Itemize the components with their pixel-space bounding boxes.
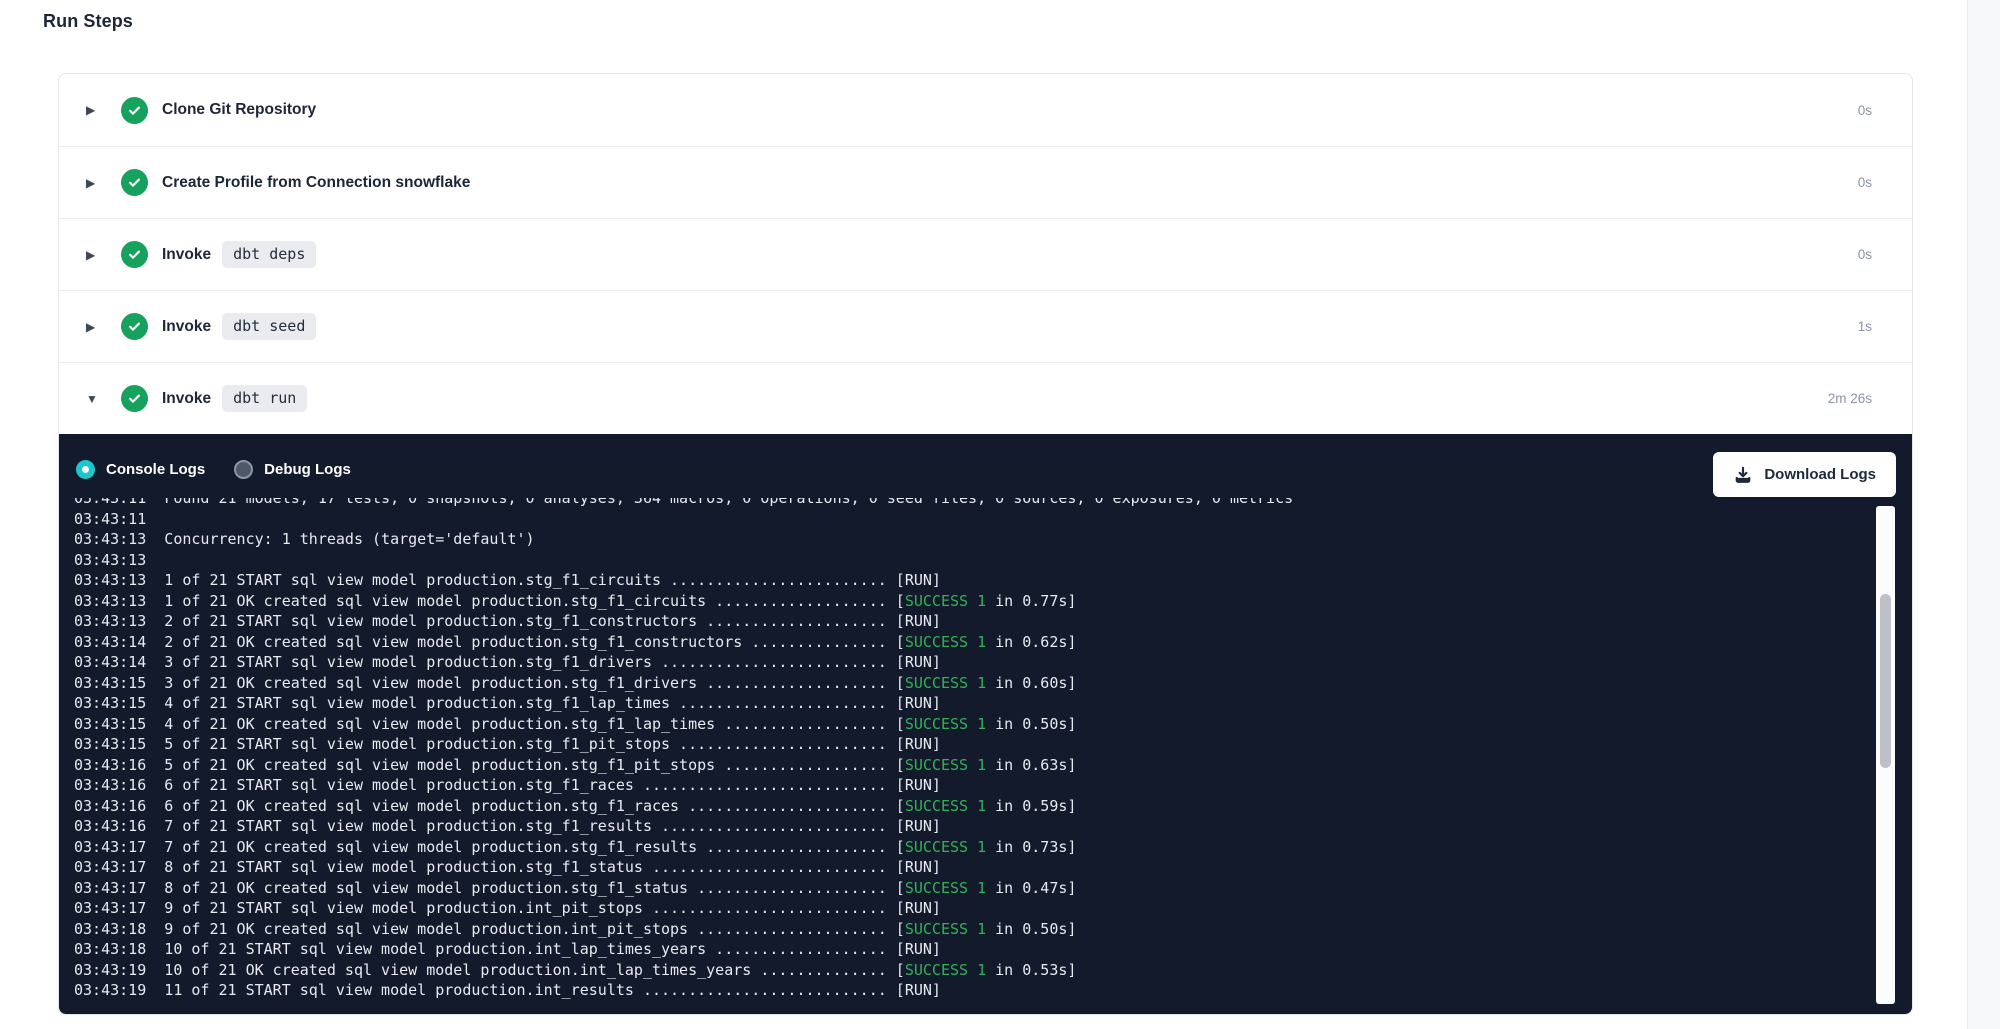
log-toolbar: Console Logs Debug Logs bbox=[59, 434, 1912, 498]
log-line: 03:43:15 4 of 21 OK created sql view mod… bbox=[74, 714, 1882, 735]
download-icon bbox=[1733, 465, 1753, 485]
log-line: 03:43:11 bbox=[74, 509, 1882, 530]
step-duration: 0s bbox=[1858, 103, 1872, 118]
step-duration: 0s bbox=[1858, 247, 1872, 262]
step-row-invoke-dbt-deps[interactable]: ▶ Invoke dbt deps 0s bbox=[59, 218, 1912, 290]
log-line: 03:43:14 2 of 21 OK created sql view mod… bbox=[74, 632, 1882, 653]
right-edge-panel bbox=[1967, 0, 2000, 1029]
check-circle-icon bbox=[121, 241, 148, 268]
step-label: Invoke bbox=[162, 246, 211, 264]
log-line: 03:43:17 8 of 21 OK created sql view mod… bbox=[74, 878, 1882, 899]
step-label: Clone Git Repository bbox=[162, 101, 316, 119]
log-line: 03:43:17 7 of 21 OK created sql view mod… bbox=[74, 837, 1882, 858]
log-line: 03:43:18 9 of 21 OK created sql view mod… bbox=[74, 919, 1882, 940]
step-label: Create Profile from Connection snowflake bbox=[162, 174, 470, 192]
log-line: 03:43:15 5 of 21 START sql view model pr… bbox=[74, 734, 1882, 755]
step-duration: 2m 26s bbox=[1828, 391, 1872, 406]
step-row-invoke-dbt-seed[interactable]: ▶ Invoke dbt seed 1s bbox=[59, 290, 1912, 362]
log-panel: Console Logs Debug Logs Download Logs 03… bbox=[59, 434, 1912, 1014]
log-line: 03:43:18 10 of 21 START sql view model p… bbox=[74, 939, 1882, 960]
log-line: 03:43:16 7 of 21 START sql view model pr… bbox=[74, 816, 1882, 837]
check-circle-icon bbox=[121, 97, 148, 124]
log-line: 03:43:19 10 of 21 OK created sql view mo… bbox=[74, 960, 1882, 981]
log-line: 03:43:15 4 of 21 START sql view model pr… bbox=[74, 693, 1882, 714]
log-line: 03:43:13 1 of 21 START sql view model pr… bbox=[74, 570, 1882, 591]
radio-selected-icon[interactable] bbox=[76, 460, 95, 479]
log-line: 03:43:13 1 of 21 OK created sql view mod… bbox=[74, 591, 1882, 612]
step-label: Invoke bbox=[162, 318, 211, 336]
caret-down-icon[interactable]: ▼ bbox=[86, 393, 102, 405]
log-line: 03:43:11 Found 21 models, 17 tests, 0 sn… bbox=[74, 498, 1882, 509]
caret-right-icon[interactable]: ▶ bbox=[86, 249, 102, 261]
log-line: 03:43:16 6 of 21 OK created sql view mod… bbox=[74, 796, 1882, 817]
radio-unselected-icon[interactable] bbox=[234, 460, 253, 479]
step-label: Invoke bbox=[162, 390, 211, 408]
log-line: 03:43:13 bbox=[74, 550, 1882, 571]
download-logs-label: Download Logs bbox=[1764, 466, 1876, 483]
command-chip: dbt seed bbox=[222, 313, 316, 340]
log-line: 03:43:17 9 of 21 START sql view model pr… bbox=[74, 898, 1882, 919]
check-circle-icon bbox=[121, 313, 148, 340]
caret-right-icon[interactable]: ▶ bbox=[86, 104, 102, 116]
log-scrollbar-track[interactable] bbox=[1876, 506, 1895, 1004]
caret-right-icon[interactable]: ▶ bbox=[86, 177, 102, 189]
log-line: 03:43:19 11 of 21 START sql view model p… bbox=[74, 980, 1882, 1001]
check-circle-icon bbox=[121, 169, 148, 196]
step-row-create-profile[interactable]: ▶ Create Profile from Connection snowfla… bbox=[59, 146, 1912, 218]
log-line: 03:43:17 8 of 21 START sql view model pr… bbox=[74, 857, 1882, 878]
log-viewport: 03:43:11 Found 21 models, 17 tests, 0 sn… bbox=[59, 498, 1912, 1014]
step-row-invoke-dbt-run[interactable]: ▼ Invoke dbt run 2m 26s bbox=[59, 362, 1912, 434]
step-duration: 1s bbox=[1858, 319, 1872, 334]
tab-label: Debug Logs bbox=[264, 461, 351, 478]
check-circle-icon bbox=[121, 385, 148, 412]
tab-console-logs[interactable]: Console Logs bbox=[76, 460, 205, 479]
log-line: 03:43:13 2 of 21 START sql view model pr… bbox=[74, 611, 1882, 632]
log-line: 03:43:13 Concurrency: 1 threads (target=… bbox=[74, 529, 1882, 550]
log-line: 03:43:15 3 of 21 OK created sql view mod… bbox=[74, 673, 1882, 694]
log-line: 03:43:16 6 of 21 START sql view model pr… bbox=[74, 775, 1882, 796]
tab-debug-logs[interactable]: Debug Logs bbox=[234, 460, 351, 479]
log-line: 03:43:16 5 of 21 OK created sql view mod… bbox=[74, 755, 1882, 776]
step-row-clone-git-repository[interactable]: ▶ Clone Git Repository 0s bbox=[59, 74, 1912, 146]
log-line: 03:43:14 3 of 21 START sql view model pr… bbox=[74, 652, 1882, 673]
log-scrollbar-thumb[interactable] bbox=[1880, 594, 1891, 768]
log-lines: 03:43:11 Found 21 models, 17 tests, 0 sn… bbox=[74, 498, 1882, 1001]
step-duration: 0s bbox=[1858, 175, 1872, 190]
tab-label: Console Logs bbox=[106, 461, 205, 478]
caret-right-icon[interactable]: ▶ bbox=[86, 321, 102, 333]
command-chip: dbt deps bbox=[222, 241, 316, 268]
command-chip: dbt run bbox=[222, 385, 307, 412]
run-steps-card: ▶ Clone Git Repository 0s ▶ Create Profi… bbox=[58, 73, 1913, 1015]
download-logs-button[interactable]: Download Logs bbox=[1713, 452, 1896, 497]
page-title: Run Steps bbox=[43, 11, 133, 32]
